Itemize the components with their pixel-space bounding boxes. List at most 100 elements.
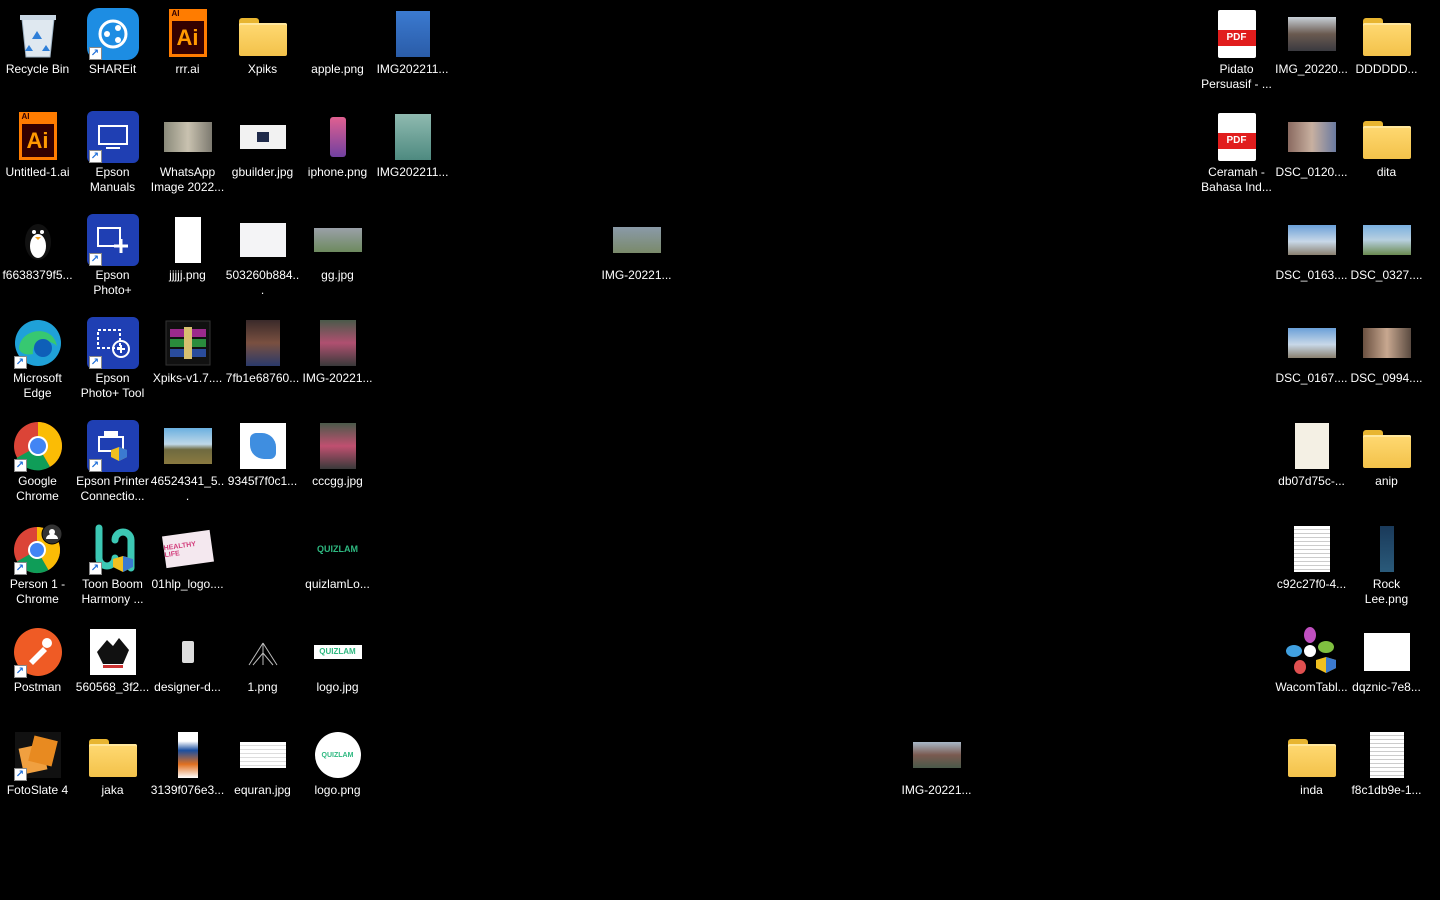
desktop-icon-postman[interactable]: ↗ Postman <box>0 618 75 718</box>
image-thumbnail-icon <box>312 317 364 369</box>
desktop-icon-7fb1e68760[interactable]: 7fb1e68760... <box>225 309 300 409</box>
image-thumbnail-icon <box>312 8 364 60</box>
desktop-icon-logo-jpg[interactable]: QUIZLAM logo.jpg <box>300 618 375 718</box>
icon-label: DSC_0167.... <box>1275 371 1348 385</box>
desktop-icon-wacom-tablet[interactable]: WacomTabl... <box>1274 618 1349 718</box>
pdf-file-icon: PDF <box>1211 111 1263 163</box>
desktop-icon-google-chrome[interactable]: ↗ Google Chrome <box>0 412 75 512</box>
desktop-icon-gbuilder[interactable]: gbuilder.jpg <box>225 103 300 203</box>
icon-label: 46524341_5... <box>150 474 225 503</box>
icon-label: Epson Photo+ Tool <box>80 371 145 400</box>
desktop-icon-dddddd-folder[interactable]: DDDDDD... <box>1349 0 1424 100</box>
desktop-icon-dqznic[interactable]: dqznic-7e8... <box>1349 618 1424 718</box>
desktop-icon-db07d75c[interactable]: db07d75c-... <box>1274 412 1349 512</box>
shortcut-arrow-icon: ↗ <box>88 150 102 163</box>
desktop-icon-503260b884[interactable]: 503260b884... <box>225 206 300 306</box>
desktop-icon-epson-printer-connection[interactable]: ↗ Epson Printer Connectio... <box>75 412 150 512</box>
icon-label: DSC_0163.... <box>1275 268 1348 282</box>
desktop-icon-1-png[interactable]: 1.png <box>225 618 300 718</box>
desktop-icon-gg-jpg[interactable]: gg.jpg <box>300 206 375 306</box>
icon-label: WacomTabl... <box>1275 680 1348 694</box>
desktop-icon-epson-photo-plus-tool[interactable]: ↗ Epson Photo+ Tool <box>75 309 150 409</box>
icon-label: designer-d... <box>154 680 221 694</box>
desktop-icon-whatsapp-image[interactable]: WhatsApp Image 2022... <box>150 103 225 203</box>
desktop-icon-dsc-0163[interactable]: DSC_0163.... <box>1274 206 1349 306</box>
shortcut-arrow-icon: ↗ <box>88 356 102 369</box>
desktop-icon-dsc-0120[interactable]: DSC_0120.... <box>1274 103 1349 203</box>
desktop-icon-cccgg-jpg[interactable]: cccgg.jpg <box>300 412 375 512</box>
desktop-icon-xpiks-installer[interactable]: Xpiks-v1.7.... <box>150 309 225 409</box>
image-thumbnail-icon <box>312 111 364 163</box>
desktop-icon-dsc-0994[interactable]: DSC_0994.... <box>1349 309 1424 409</box>
shortcut-arrow-icon: ↗ <box>13 768 27 781</box>
desktop-icon-560568[interactable]: 560568_3f2... <box>75 618 150 718</box>
icon-label: gbuilder.jpg <box>231 165 294 179</box>
image-thumbnail-icon <box>162 214 214 266</box>
desktop-icon-img-1[interactable]: IMG202211... <box>375 0 450 100</box>
desktop-icon-pidato-persuasif[interactable]: PDF Pidato Persuasif - ... <box>1199 0 1274 100</box>
desktop-icon-epson-manuals[interactable]: ↗ Epson Manuals <box>75 103 150 203</box>
desktop-icon-logo-png[interactable]: QUIZLAM logo.png <box>300 721 375 821</box>
desktop-icon-toon-boom-harmony[interactable]: ↗ Toon Boom Harmony ... <box>75 515 150 615</box>
icon-label: Xpiks <box>247 62 278 76</box>
icon-label: Rock Lee.png <box>1364 577 1409 606</box>
image-thumbnail-icon <box>87 626 139 678</box>
desktop-icon-img-20221-b[interactable]: IMG-20221... <box>599 206 674 306</box>
epson-manuals-icon: ↗ <box>86 111 139 163</box>
desktop-icon-f6638379f5[interactable]: f6638379f5... <box>0 206 75 306</box>
image-thumbnail-icon <box>1361 317 1413 369</box>
desktop-icon-ceramah-bahasa[interactable]: PDF Ceramah - Bahasa Ind... <box>1199 103 1274 203</box>
shortcut-arrow-icon: ↗ <box>13 459 27 472</box>
desktop-icon-jaka-folder[interactable]: jaka <box>75 721 150 821</box>
desktop-icon-designer-d[interactable]: designer-d... <box>150 618 225 718</box>
desktop-icon-recycle-bin[interactable]: Recycle Bin <box>0 0 75 100</box>
shortcut-arrow-icon: ↗ <box>88 562 102 575</box>
desktop-icon-anip-folder[interactable]: anip <box>1349 412 1424 512</box>
desktop-icon-rrr-ai[interactable]: Ai AI rrr.ai <box>150 0 225 100</box>
desktop-icon-fotoslate-4[interactable]: ↗ FotoSlate 4 <box>0 721 75 821</box>
desktop-icon-equran-jpg[interactable]: equran.jpg <box>225 721 300 821</box>
desktop-icon-dita-folder[interactable]: dita <box>1349 103 1424 203</box>
desktop-icon-iphone-png[interactable]: iphone.png <box>300 103 375 203</box>
desktop-icon-quizlam-logo[interactable]: QUIZLAM quizlamLo... <box>300 515 375 615</box>
desktop-icon-3139f076e3[interactable]: 3139f076e3... <box>150 721 225 821</box>
icon-label: Epson Manuals <box>89 165 136 194</box>
icon-label: Ceramah - Bahasa Ind... <box>1201 165 1272 194</box>
icon-label: FotoSlate 4 <box>6 783 69 797</box>
icon-label: IMG-20221... <box>601 268 672 282</box>
icon-label: 9345f7f0c1... <box>227 474 298 488</box>
desktop-icon-epson-photo-plus[interactable]: ↗ Epson Photo+ <box>75 206 150 306</box>
desktop-icon-xpiks-folder[interactable]: Xpiks <box>225 0 300 100</box>
image-thumbnail-icon <box>237 214 289 266</box>
desktop-icon-9345f7f0c1[interactable]: 9345f7f0c1... <box>225 412 300 512</box>
icon-label: iphone.png <box>307 165 368 179</box>
desktop-icon-46524341[interactable]: 46524341_5... <box>150 412 225 512</box>
desktop-icon-c92c27f0[interactable]: c92c27f0-4... <box>1274 515 1349 615</box>
desktop-icon-dsc-0327[interactable]: DSC_0327.... <box>1349 206 1424 306</box>
desktop-icon-img-20220[interactable]: IMG_20220... <box>1274 0 1349 100</box>
image-thumbnail-icon <box>1361 626 1413 678</box>
desktop-icon-inda-folder[interactable]: inda <box>1274 721 1349 821</box>
desktop-icon-rock-lee-png[interactable]: Rock Lee.png <box>1349 515 1424 615</box>
desktop-icon-apple-png[interactable]: apple.png <box>300 0 375 100</box>
toon-boom-icon: ↗ <box>87 523 139 575</box>
desktop-icon-img-20221-a[interactable]: IMG-20221... <box>300 309 375 409</box>
desktop-icon-01hlp-logo[interactable]: HEALTHY LIFE 01hlp_logo.... <box>150 515 225 615</box>
image-thumbnail-icon <box>1361 523 1413 575</box>
desktop-icon-img-2[interactable]: IMG202211... <box>375 103 450 203</box>
image-thumbnail-icon <box>237 317 289 369</box>
image-thumbnail-icon <box>237 111 289 163</box>
desktop-icon-f8c1db9e[interactable]: f8c1db9e-1... <box>1349 721 1424 821</box>
icon-label: f8c1db9e-1... <box>1351 783 1422 797</box>
desktop-icon-img-20221-c[interactable]: IMG-20221... <box>899 721 974 821</box>
icon-label: 3139f076e3... <box>150 783 225 797</box>
desktop-icon-untitled-ai[interactable]: Ai AI Untitled-1.ai <box>0 103 75 203</box>
desktop-icon-dsc-0167[interactable]: DSC_0167.... <box>1274 309 1349 409</box>
postman-icon: ↗ <box>12 626 64 678</box>
image-thumbnail-icon <box>387 111 439 163</box>
desktop-icon-microsoft-edge[interactable]: ↗ Microsoft Edge <box>0 309 75 409</box>
icon-label: quizlamLo... <box>305 577 370 591</box>
desktop-icon-person1-chrome[interactable]: ↗ Person 1 - Chrome <box>0 515 75 615</box>
desktop-icon-jjjjj-png[interactable]: jjjjj.png <box>150 206 225 306</box>
desktop-icon-shareit[interactable]: ↗ SHAREit <box>75 0 150 100</box>
